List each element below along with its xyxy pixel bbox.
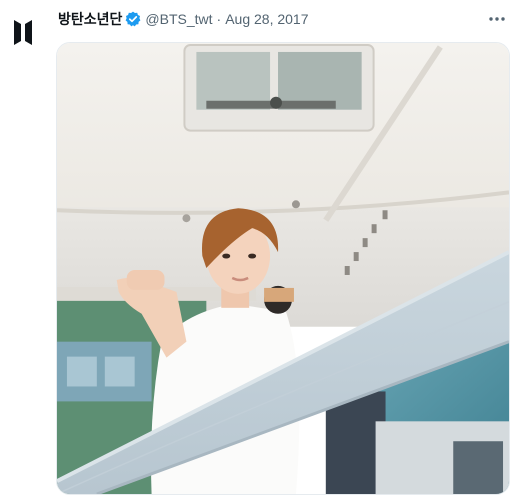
tweet-date[interactable]: Aug 28, 2017	[225, 11, 308, 27]
tweet-photo[interactable]	[56, 42, 510, 495]
verified-badge-icon	[125, 11, 141, 27]
tweet-header: 방탄소년단 @BTS_twt · Aug 28, 2017	[58, 9, 508, 29]
tweet[interactable]: 방탄소년단 @BTS_twt · Aug 28, 2017	[0, 0, 518, 502]
separator-dot: ·	[216, 11, 222, 27]
user-handle[interactable]: @BTS_twt	[145, 11, 212, 27]
display-name[interactable]: 방탄소년단	[58, 9, 122, 29]
more-options-icon[interactable]	[486, 9, 508, 29]
bts-logo-icon[interactable]	[14, 20, 32, 45]
